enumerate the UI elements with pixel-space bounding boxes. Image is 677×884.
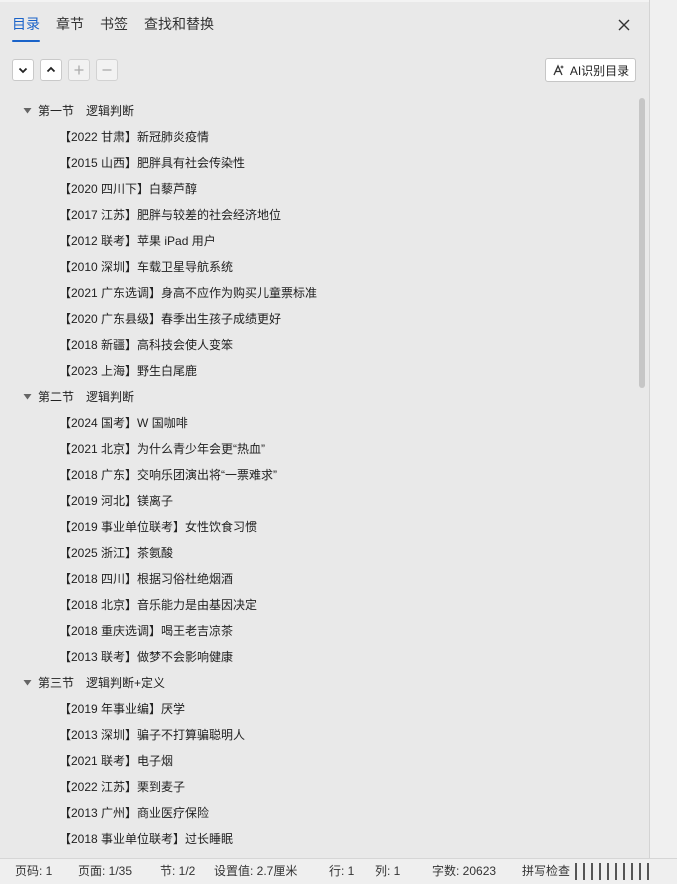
toc-item-title[interactable]: 【2015 山西】肥胖具有社会传染性	[59, 150, 245, 176]
panel-tabs: 目录 章节 书签 查找和替换	[12, 14, 230, 42]
ai-icon	[553, 64, 564, 76]
ai-button-label: AI识别目录	[569, 63, 630, 78]
status-spell-check[interactable]: 拼写检查	[522, 859, 570, 884]
toc-item[interactable]: 【2018 广东】交响乐团演出将“一票难求”	[0, 462, 632, 488]
toc-item[interactable]: 【2022 江苏】栗到麦子	[0, 774, 632, 800]
caret-down-icon[interactable]	[23, 107, 32, 115]
toc-item[interactable]: 【2013 联考】做梦不会影响健康	[0, 644, 632, 670]
toc-toolbar	[12, 59, 118, 81]
toc-item[interactable]: 【2021 北京】为什么青少年会更“热血”	[0, 436, 632, 462]
status-page[interactable]: 页面: 1/35	[78, 859, 132, 884]
toc-item[interactable]: 【2013 深圳】骗子不打算骗聪明人	[0, 722, 632, 748]
toc-item[interactable]: 【2012 联考】苹果 iPad 用户	[0, 228, 632, 254]
status-setting: 设置值: 2.7厘米	[214, 864, 298, 878]
caret-down-icon[interactable]	[23, 679, 32, 687]
toc-item-title[interactable]: 【2018 广东】交响乐团演出将“一票难求”	[59, 462, 277, 488]
toc-item[interactable]: 【2021 联考】电子烟	[0, 748, 632, 774]
toc-section-title[interactable]: 第三节 逻辑判断+定义	[38, 670, 165, 696]
toc-item[interactable]: 【2022 甘肃】新冠肺炎疫情	[0, 124, 632, 150]
toc-item-title[interactable]: 【2025 浙江】茶氨酸	[59, 540, 173, 566]
toc-item[interactable]: 【2013 广州】商业医疗保险	[0, 800, 632, 826]
toc-section-title[interactable]: 第二节 逻辑判断	[38, 384, 134, 410]
toc-item[interactable]: 【2019 河北】镁离子	[0, 488, 632, 514]
toc-section-title[interactable]: 第一节 逻辑判断	[38, 98, 134, 124]
plus-icon	[74, 65, 84, 75]
toc-item[interactable]: 【2024 国考】W 国咖啡	[0, 410, 632, 436]
toc-item[interactable]: 【2020 广东县级】春季出生孩子成绩更好	[0, 306, 632, 332]
toc-item[interactable]: 【2025 浙江】茶氨酸	[0, 540, 632, 566]
status-column: 列: 1	[375, 864, 401, 878]
toc-item[interactable]: 【2010 深圳】车载卫星导航系统	[0, 254, 632, 280]
close-icon	[618, 19, 630, 31]
toc-item-title[interactable]: 【2020 四川下】白藜芦醇	[59, 176, 197, 202]
status-word-count[interactable]: 字数: 20623	[432, 859, 496, 884]
toc-item-title[interactable]: 【2023 上海】野生白尾鹿	[59, 358, 197, 384]
minus-icon	[102, 69, 112, 71]
top-divider	[0, 0, 649, 2]
tab-chapters[interactable]: 章节	[56, 14, 84, 42]
toc-item[interactable]: 【2017 江苏】肥胖与较差的社会经济地位	[0, 202, 632, 228]
toc-tree: 第一节 逻辑判断 【2022 甘肃】新冠肺炎疫情 【2015 山西】肥胖具有社会传染…	[0, 98, 632, 852]
chevron-up-icon	[46, 66, 56, 73]
toc-item-title[interactable]: 【2021 联考】电子烟	[59, 748, 173, 774]
toc-item-title[interactable]: 【2013 广州】商业医疗保险	[59, 800, 209, 826]
tab-find-replace[interactable]: 查找和替换	[144, 14, 214, 42]
toc-item-title[interactable]: 【2012 联考】苹果 iPad 用户	[59, 228, 216, 254]
scrollbar-thumb[interactable]	[639, 98, 645, 388]
toc-item-title[interactable]: 【2013 深圳】骗子不打算骗聪明人	[59, 722, 245, 748]
demote-level-button[interactable]	[96, 59, 118, 81]
toc-item-title[interactable]: 【2013 联考】做梦不会影响健康	[59, 644, 233, 670]
toc-item-title[interactable]: 【2017 江苏】肥胖与较差的社会经济地位	[59, 202, 281, 228]
toc-item[interactable]: 【2018 四川】根据习俗杜绝烟酒	[0, 566, 632, 592]
toc-item[interactable]: 【2020 四川下】白藜芦醇	[0, 176, 632, 202]
ai-recognize-toc-button[interactable]: AI识别目录	[545, 58, 636, 82]
tab-bookmarks[interactable]: 书签	[100, 14, 128, 42]
toc-item[interactable]: 【2018 重庆选调】喝王老吉凉茶	[0, 618, 632, 644]
status-line: 行: 1	[329, 864, 355, 878]
toc-item-title[interactable]: 【2019 河北】镁离子	[59, 488, 173, 514]
close-button[interactable]	[614, 15, 634, 35]
toc-item-title[interactable]: 【2019 事业单位联考】女性饮食习惯	[59, 514, 257, 540]
toc-item[interactable]: 【2015 山西】肥胖具有社会传染性	[0, 150, 632, 176]
toc-section[interactable]: 第二节 逻辑判断	[0, 384, 632, 410]
toc-item-title[interactable]: 【2021 北京】为什么青少年会更“热血”	[59, 436, 265, 462]
toc-item-title[interactable]: 【2018 北京】音乐能力是由基因决定	[59, 592, 257, 618]
collapse-all-button[interactable]	[12, 59, 34, 81]
toc-item-title[interactable]: 【2010 深圳】车载卫星导航系统	[59, 254, 233, 280]
toc-item-title[interactable]: 【2021 广东选调】身高不应作为购买儿童票标准	[59, 280, 317, 306]
toc-panel: 目录 章节 书签 查找和替换 AI识别目录 第一节 逻辑判断 【2022 甘肃】…	[0, 0, 649, 858]
toc-item-title[interactable]: 【2019 年事业编】厌学	[59, 696, 185, 722]
right-gutter	[649, 0, 677, 858]
status-section: 节: 1/2	[160, 864, 196, 878]
toc-item-title[interactable]: 【2018 重庆选调】喝王老吉凉茶	[59, 618, 233, 644]
chevron-down-icon	[18, 67, 28, 74]
promote-level-button[interactable]	[68, 59, 90, 81]
toc-item[interactable]: 【2019 事业单位联考】女性饮食习惯	[0, 514, 632, 540]
toc-item-title[interactable]: 【2018 四川】根据习俗杜绝烟酒	[59, 566, 233, 592]
toc-item-title[interactable]: 【2018 新疆】高科技会使人变笨	[59, 332, 233, 358]
toc-section[interactable]: 第一节 逻辑判断	[0, 98, 632, 124]
status-divider-bars	[575, 863, 649, 880]
expand-all-button[interactable]	[40, 59, 62, 81]
toc-item[interactable]: 【2019 年事业编】厌学	[0, 696, 632, 722]
toc-item-title[interactable]: 【2018 事业单位联考】过长睡眠	[59, 826, 233, 852]
tab-contents[interactable]: 目录	[12, 14, 40, 42]
toc-item-title[interactable]: 【2022 甘肃】新冠肺炎疫情	[59, 124, 209, 150]
toc-item-title[interactable]: 【2020 广东县级】春季出生孩子成绩更好	[59, 306, 281, 332]
caret-down-icon[interactable]	[23, 393, 32, 401]
toc-item[interactable]: 【2018 事业单位联考】过长睡眠	[0, 826, 632, 852]
toc-item[interactable]: 【2021 广东选调】身高不应作为购买儿童票标准	[0, 280, 632, 306]
status-bar: 页码: 1 页面: 1/35 节: 1/2 设置值: 2.7厘米 行: 1 列:…	[0, 858, 677, 884]
toc-item[interactable]: 【2018 新疆】高科技会使人变笨	[0, 332, 632, 358]
toc-item-title[interactable]: 【2022 江苏】栗到麦子	[59, 774, 185, 800]
toc-item[interactable]: 【2023 上海】野生白尾鹿	[0, 358, 632, 384]
toc-section[interactable]: 第三节 逻辑判断+定义	[0, 670, 632, 696]
toc-item[interactable]: 【2018 北京】音乐能力是由基因决定	[0, 592, 632, 618]
toc-item-title[interactable]: 【2024 国考】W 国咖啡	[59, 410, 188, 436]
status-page-code: 页码: 1	[15, 864, 53, 878]
